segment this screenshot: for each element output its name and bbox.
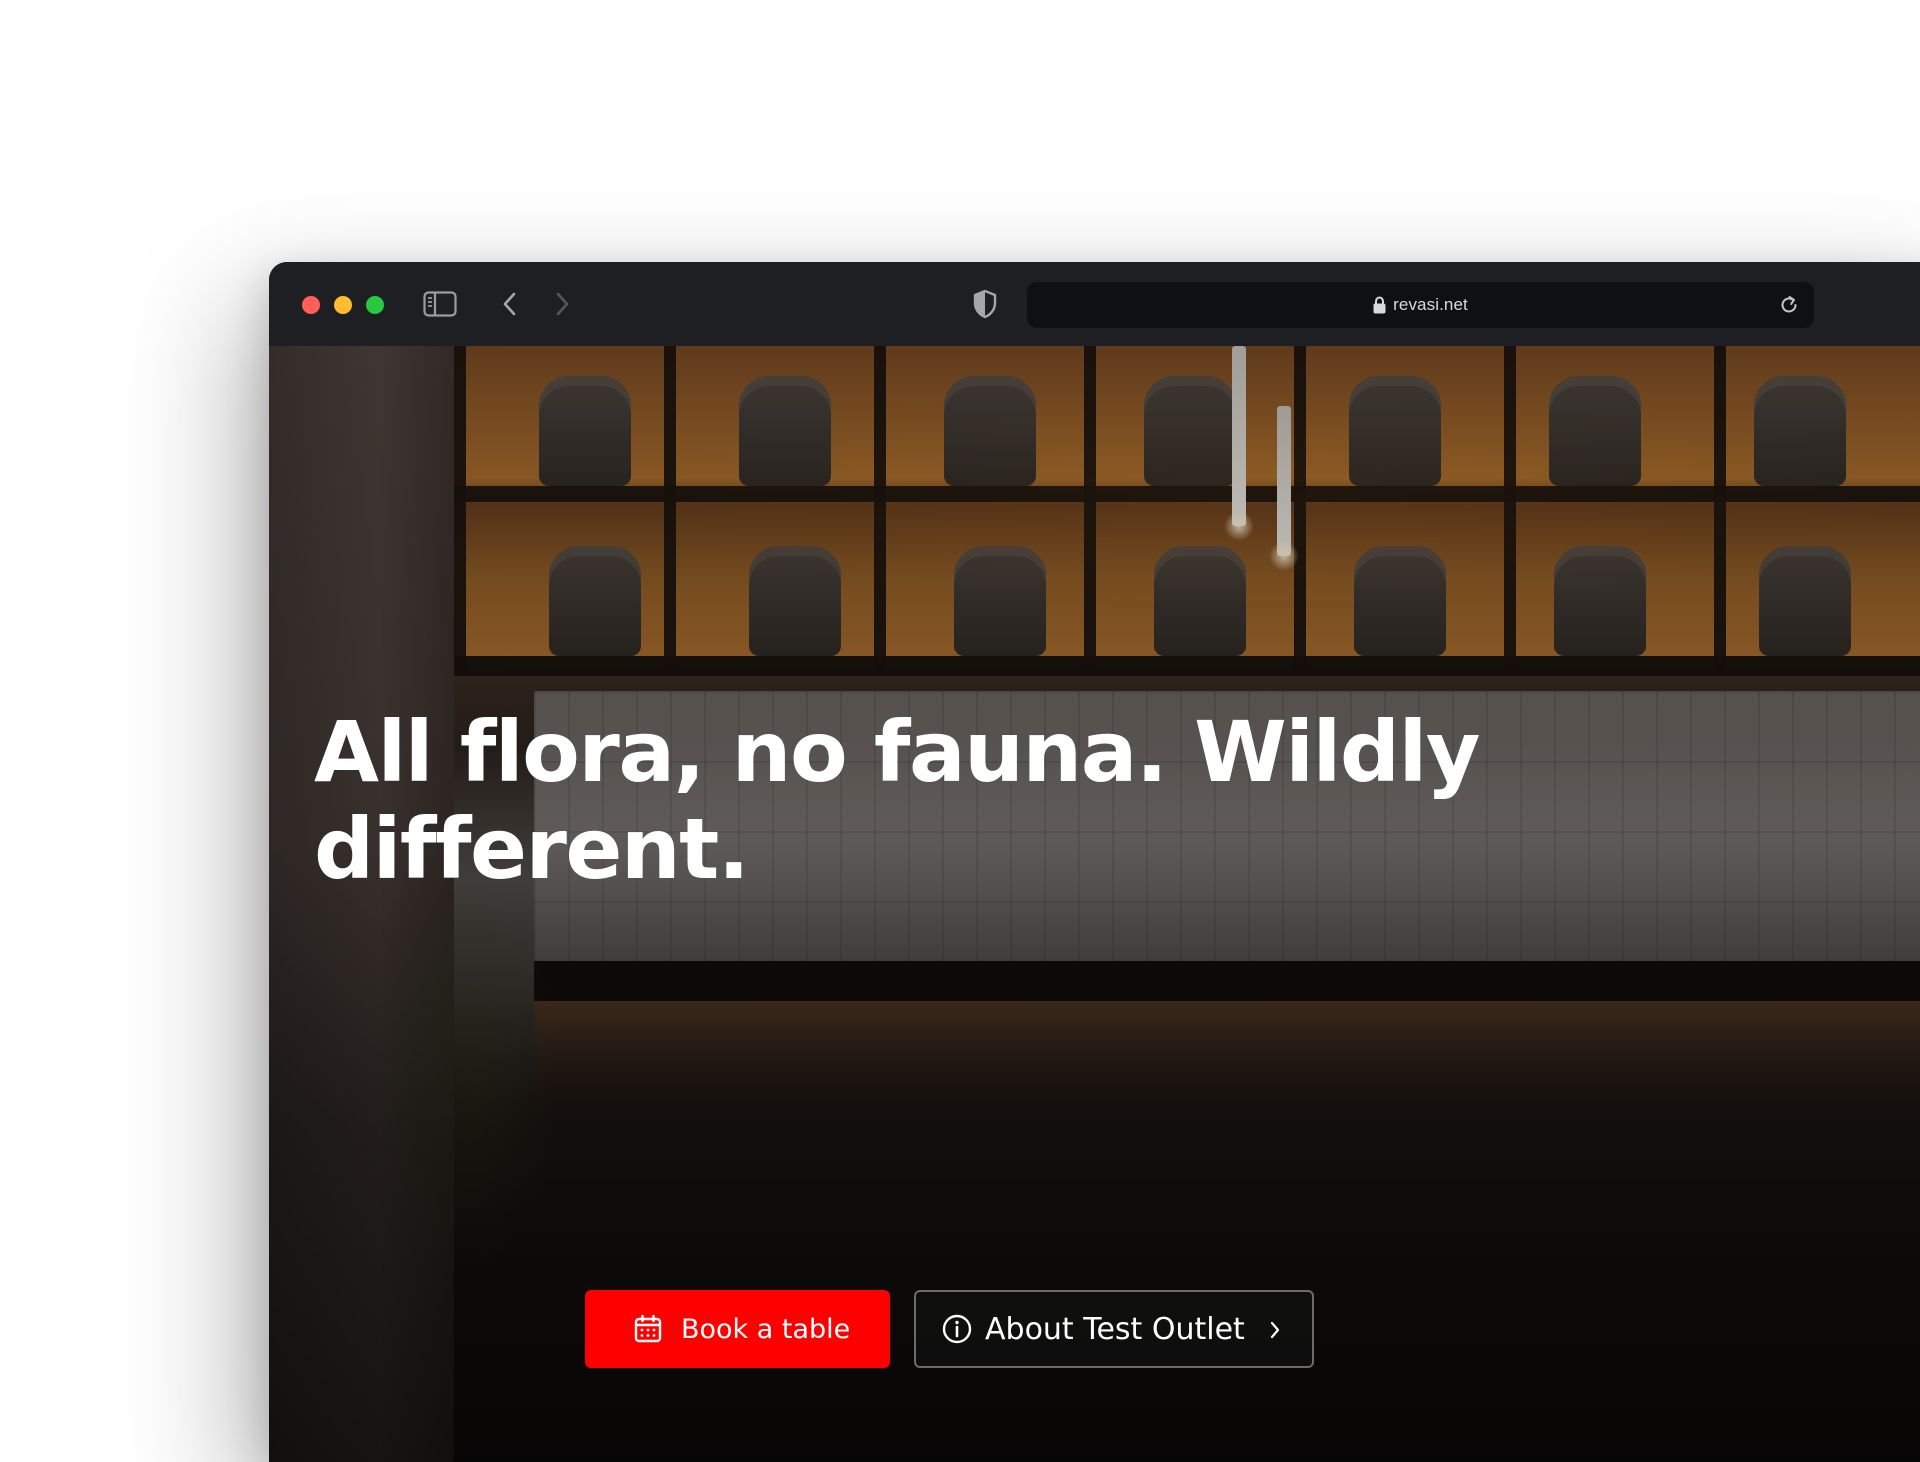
url-text: revasi.net	[1393, 295, 1468, 314]
hero-heading: All flora, no fauna. Wildly different.	[314, 703, 1481, 898]
close-window-button[interactable]	[302, 296, 320, 314]
forward-button[interactable]	[550, 290, 574, 318]
book-table-label: Book a table	[681, 1313, 851, 1345]
browser-toolbar: revasi.net	[269, 262, 1920, 347]
lock-icon	[1373, 296, 1386, 314]
minimize-window-button[interactable]	[334, 296, 352, 314]
chevron-left-icon	[503, 292, 516, 316]
privacy-report-button[interactable]	[970, 288, 1000, 320]
chevron-right-icon	[1270, 1321, 1280, 1339]
info-icon	[942, 1314, 972, 1344]
calendar-icon	[634, 1314, 662, 1343]
about-outlet-button[interactable]: About Test Outlet	[914, 1290, 1314, 1368]
sidebar-icon	[423, 291, 457, 317]
maximize-window-button[interactable]	[366, 296, 384, 314]
shield-icon	[973, 289, 997, 319]
address-bar[interactable]: revasi.net	[1027, 282, 1814, 328]
back-button[interactable]	[498, 290, 522, 318]
reload-icon[interactable]	[1778, 294, 1800, 316]
chevron-right-icon	[556, 292, 569, 316]
book-table-button[interactable]: Book a table	[585, 1290, 890, 1368]
sidebar-toggle-button[interactable]	[423, 290, 457, 318]
address-center: revasi.net	[1027, 282, 1814, 328]
about-outlet-label: About Test Outlet	[985, 1311, 1245, 1347]
